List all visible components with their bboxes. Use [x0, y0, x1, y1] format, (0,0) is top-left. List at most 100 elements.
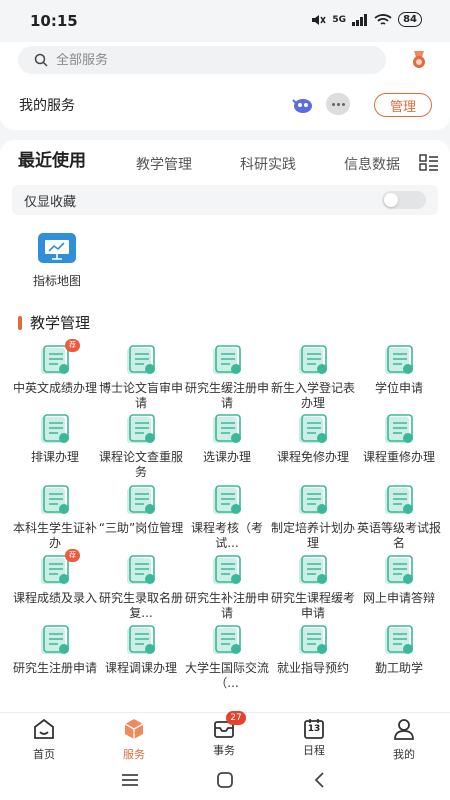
service-item[interactable]: 排课办理: [12, 414, 98, 465]
status-icons: 5G 84: [310, 12, 422, 27]
service-item[interactable]: 研究生补注册申请: [184, 555, 270, 621]
service-panel: 最近使用 教学管理 科研实践 信息数据 仅显收藏 指标地图 教学管理 荐中英文成…: [0, 140, 450, 720]
nav-home-label: 首页: [33, 748, 55, 761]
home-square-icon[interactable]: [215, 770, 235, 790]
thesis-review-icon: [124, 345, 158, 377]
service-item[interactable]: 就业指导预约: [270, 625, 356, 676]
printer-icon: [124, 555, 158, 587]
tab-recent[interactable]: 最近使用: [18, 146, 86, 171]
service-item[interactable]: 课程论文查重服务: [98, 414, 184, 480]
service-item[interactable]: 研究生缓注册申请: [184, 345, 270, 411]
course-retake-icon: [382, 414, 416, 446]
service-item[interactable]: 选课办理: [184, 414, 270, 465]
book-clock-icon: [296, 555, 330, 587]
service-item-label: 网上申请答辩: [362, 591, 435, 605]
calendar-day-number: 13: [307, 724, 321, 734]
nav-profile[interactable]: 我的: [374, 717, 434, 762]
service-item[interactable]: 学位申请: [356, 345, 442, 396]
calendar-icon: [38, 414, 72, 446]
signal-icon: [352, 13, 368, 26]
medal-icon[interactable]: [410, 49, 428, 69]
service-item[interactable]: “三助”岗位管理: [98, 485, 184, 536]
battery-indicator: 84: [398, 12, 422, 27]
student-card-icon: [38, 485, 72, 517]
service-item[interactable]: 新生入学登记表办理: [270, 345, 356, 411]
tab-teaching[interactable]: 教学管理: [136, 154, 192, 174]
nav-home[interactable]: 首页: [14, 717, 74, 762]
my-service-title: 我的服务: [19, 98, 75, 114]
section-title: 教学管理: [30, 314, 91, 332]
mute-icon: [312, 14, 327, 25]
service-item[interactable]: 制定培养计划办理: [270, 485, 356, 551]
service-item[interactable]: 课程调课办理: [98, 625, 184, 676]
work-study-icon: [382, 625, 416, 657]
service-item-label: 制定培养计划办理: [270, 521, 355, 550]
nav-affairs-label: 事务: [213, 744, 235, 757]
more-options-button[interactable]: [326, 93, 350, 115]
menu-lines-icon[interactable]: [120, 770, 140, 790]
training-plan-icon: [296, 485, 330, 517]
service-item[interactable]: 研究生注册申请: [12, 625, 98, 676]
service-item[interactable]: 课程免修办理: [270, 414, 356, 465]
service-item-label: 就业指导预约: [276, 661, 349, 675]
back-arrow-icon[interactable]: [310, 770, 330, 790]
favorites-filter-label: 仅显收藏: [24, 195, 77, 210]
service-item[interactable]: 研究生课程缓考申请: [270, 555, 356, 621]
degree-book-icon: [382, 345, 416, 377]
presentation-chart-icon: [38, 233, 76, 263]
service-item-label: 课程考核（考试...: [190, 521, 263, 550]
service-item[interactable]: 网上申请答辩: [356, 555, 442, 606]
nav-service[interactable]: 服务: [104, 717, 164, 762]
service-item[interactable]: 荐课程成绩及录入: [12, 549, 98, 606]
tab-research[interactable]: 科研实践: [240, 154, 296, 174]
online-defense-icon: [382, 555, 416, 587]
service-item-label: 中英文成绩办理: [12, 381, 97, 395]
service-item[interactable]: 博士论文盲审申请: [98, 345, 184, 411]
manage-button[interactable]: 管理: [374, 93, 432, 117]
wifi-icon: [374, 13, 392, 25]
nav-schedule[interactable]: 13 日程: [284, 717, 344, 758]
register-form-icon: [296, 345, 330, 377]
service-item-label: 研究生课程缓考申请: [270, 591, 355, 620]
search-bar[interactable]: [18, 46, 386, 74]
profile-icon: [394, 719, 414, 740]
position-icon: [124, 485, 158, 517]
service-item[interactable]: 研究生录取名册复...: [98, 555, 184, 621]
cet-icon: [382, 485, 416, 517]
user-pause-icon: [210, 345, 244, 377]
service-item[interactable]: 荐中英文成绩办理: [12, 339, 98, 396]
bottom-navigation: 首页 服务 27 事务 13 日程 我的: [0, 711, 450, 762]
document-search-icon: [124, 414, 158, 446]
service-item-label: 研究生录取名册复...: [98, 591, 183, 620]
service-item-label: 博士论文盲审申请: [98, 381, 183, 410]
category-grid-icon[interactable]: [419, 154, 439, 172]
status-time: 10:15: [30, 12, 78, 30]
service-item-label: 研究生补注册申请: [184, 591, 269, 620]
book-exempt-icon: [296, 414, 330, 446]
service-item[interactable]: 勤工助学: [356, 625, 442, 676]
favorites-toggle[interactable]: [382, 191, 426, 209]
tray-icon: 27: [212, 711, 246, 741]
status-bar: 10:15 5G 84: [0, 0, 450, 42]
service-item[interactable]: 大学生国际交流（...: [184, 625, 270, 691]
search-input[interactable]: [56, 52, 356, 68]
recent-item-indicator-map[interactable]: 指标地图: [26, 232, 88, 289]
exam-icon: [210, 485, 244, 517]
service-item-label: 选课办理: [202, 450, 251, 464]
assistant-bot-icon[interactable]: [290, 94, 314, 114]
course-select-icon: [210, 414, 244, 446]
service-item[interactable]: 课程考核（考试...: [184, 485, 270, 551]
service-item-label: 课程重修办理: [362, 450, 435, 464]
service-item[interactable]: 英语等级考试报名: [356, 485, 442, 551]
service-item-label: 课程成绩及录入: [12, 591, 97, 605]
network-label: 5G: [332, 14, 347, 25]
service-item-label: 排课办理: [30, 450, 79, 464]
nav-affairs[interactable]: 27 事务: [194, 711, 254, 758]
service-item[interactable]: 课程重修办理: [356, 414, 442, 465]
tab-info-data[interactable]: 信息数据: [344, 154, 408, 174]
recommend-badge: 荐: [65, 549, 80, 562]
nav-schedule-label: 日程: [303, 744, 325, 757]
service-item[interactable]: 本科生学生证补办: [12, 485, 98, 551]
service-item-label: 新生入学登记表办理: [270, 381, 355, 410]
graduate-register-icon: [38, 625, 72, 657]
